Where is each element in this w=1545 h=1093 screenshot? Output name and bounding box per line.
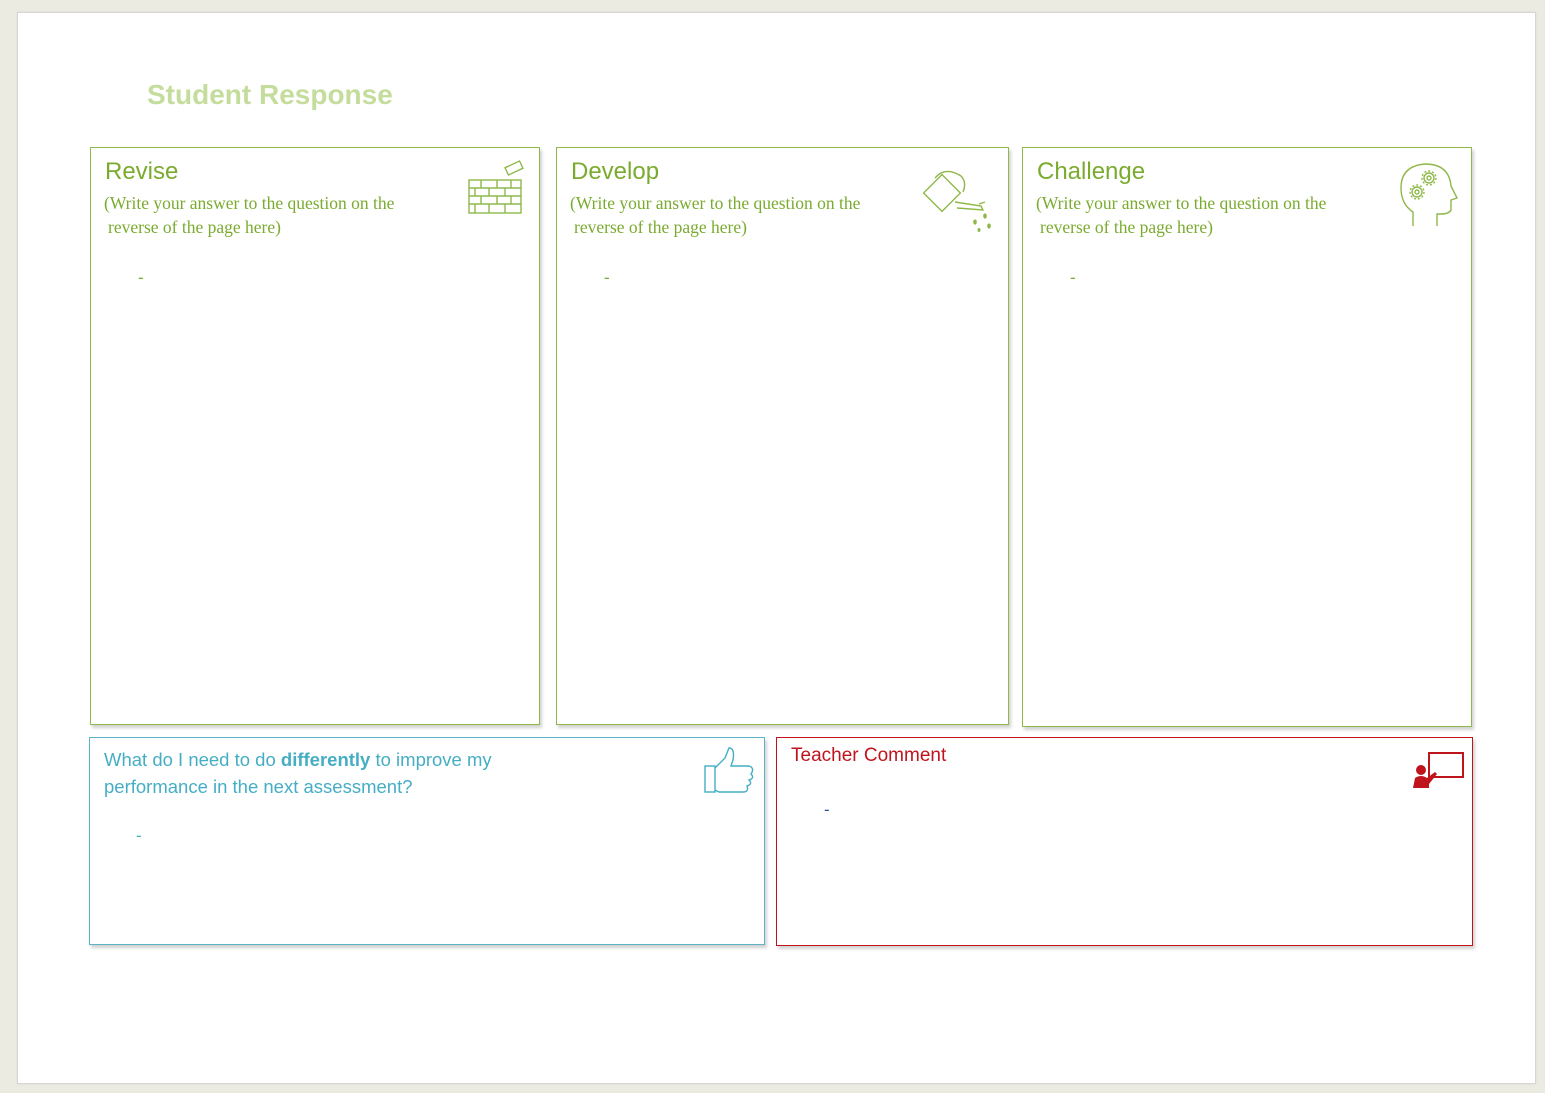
teacher-comment-card[interactable]: Teacher Comment - xyxy=(776,737,1473,946)
question-text-line2: performance in the next assessment? xyxy=(104,776,413,797)
page-title: Student Response xyxy=(147,79,393,110)
window-top-edge xyxy=(0,0,1545,8)
improvement-card[interactable]: What do I need to do differently to impr… xyxy=(89,737,765,945)
question-text-end: to improve my xyxy=(370,749,492,770)
revise-card[interactable]: Revise (Write your answer to the questio… xyxy=(90,147,540,725)
improvement-question[interactable]: What do I need to do differently to impr… xyxy=(104,746,574,800)
develop-card[interactable]: Develop (Write your answer to the questi… xyxy=(556,147,1009,725)
brick-wall-icon xyxy=(467,160,525,221)
card-instructions-line2: reverse of the page here) xyxy=(1040,217,1213,237)
thumbs-up-icon xyxy=(703,746,757,801)
teacher-presentation-icon xyxy=(1411,750,1467,795)
question-emphasis: differently xyxy=(280,749,371,770)
card-title: Challenge xyxy=(1037,158,1146,185)
card-instructions-line1: (Write your answer to the question on th… xyxy=(1036,193,1327,213)
answer-bullet[interactable]: - xyxy=(136,826,142,846)
card-title: Revise xyxy=(105,158,179,185)
card-instructions-line2: reverse of the page here) xyxy=(108,217,281,237)
question-text-start: What do I need to do xyxy=(104,749,281,770)
teacher-comment-title: Teacher Comment xyxy=(791,745,947,766)
card-instructions-line1: (Write your answer to the question on th… xyxy=(104,193,395,213)
card-instructions: (Write your answer to the question on th… xyxy=(1036,191,1396,239)
card-instructions-line2: reverse of the page here) xyxy=(574,217,747,237)
answer-bullet[interactable]: - xyxy=(604,268,610,288)
watering-can-icon xyxy=(922,166,995,239)
head-gears-icon xyxy=(1397,160,1459,233)
challenge-card[interactable]: Challenge (Write your answer to the ques… xyxy=(1022,147,1472,727)
answer-bullet[interactable]: - xyxy=(1070,268,1076,288)
card-instructions-line1: (Write your answer to the question on th… xyxy=(570,193,861,213)
comment-bullet[interactable]: - xyxy=(824,800,830,820)
card-instructions: (Write your answer to the question on th… xyxy=(570,191,930,239)
answer-bullet[interactable]: - xyxy=(138,268,144,288)
card-instructions: (Write your answer to the question on th… xyxy=(104,191,464,239)
card-title: Develop xyxy=(571,158,660,185)
document-page[interactable]: Student Response Revise (Write your answ… xyxy=(17,12,1536,1084)
